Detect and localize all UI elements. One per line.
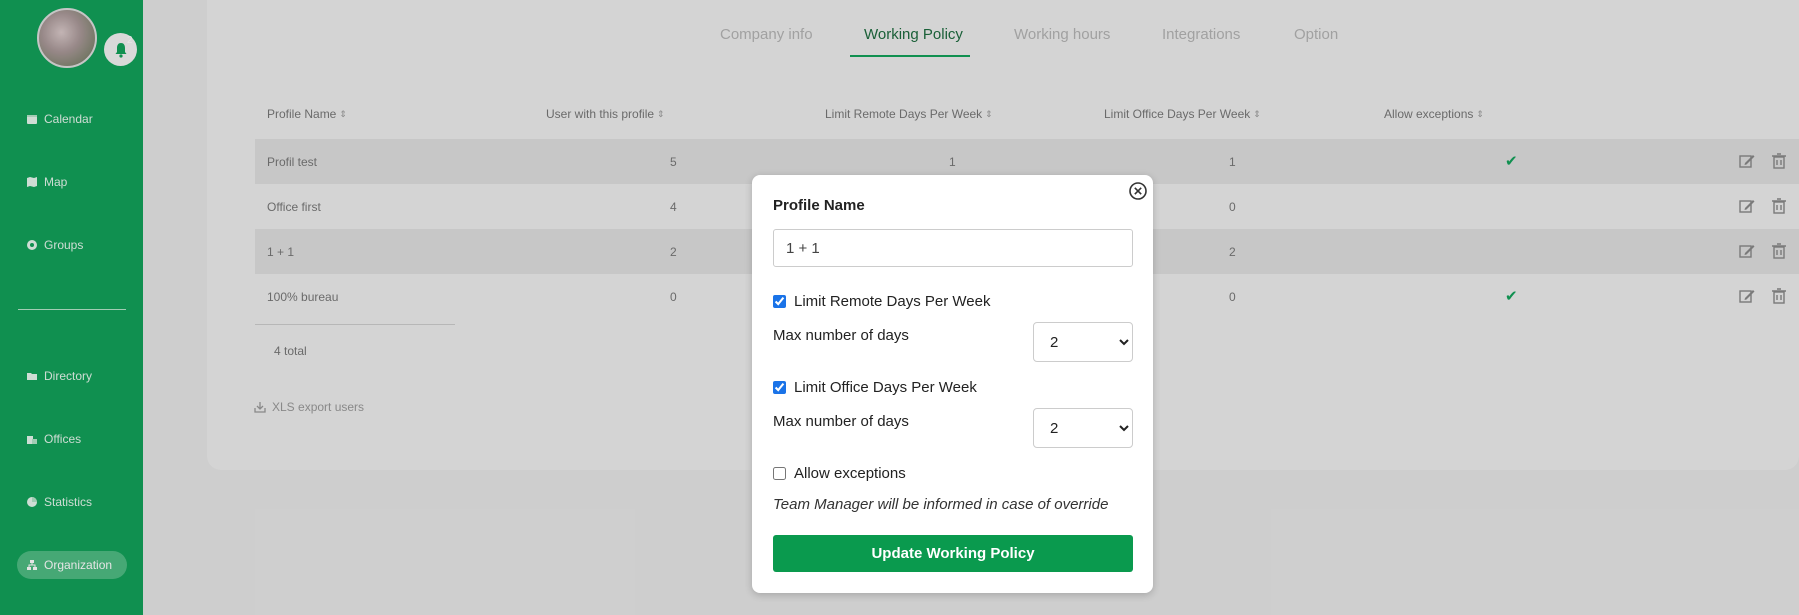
max-office-days-select[interactable]: 2 xyxy=(1033,408,1133,448)
limit-office-label: Limit Office Days Per Week xyxy=(794,379,977,396)
profile-name-input[interactable] xyxy=(773,229,1133,267)
limit-office-checkbox-row[interactable]: Limit Office Days Per Week xyxy=(773,379,977,396)
close-icon[interactable] xyxy=(1128,181,1148,201)
override-note: Team Manager will be informed in case of… xyxy=(773,496,1109,513)
update-working-policy-button[interactable]: Update Working Policy xyxy=(773,535,1133,572)
allow-exceptions-checkbox-row[interactable]: Allow exceptions xyxy=(773,465,906,482)
allow-exceptions-checkbox[interactable] xyxy=(773,467,786,480)
profile-name-label: Profile Name xyxy=(773,197,865,214)
max-days-label: Max number of days xyxy=(773,413,909,430)
max-days-label: Max number of days xyxy=(773,327,909,344)
limit-remote-label: Limit Remote Days Per Week xyxy=(794,293,991,310)
edit-working-policy-modal: Profile Name Limit Remote Days Per Week … xyxy=(752,175,1153,593)
limit-office-checkbox[interactable] xyxy=(773,381,786,394)
limit-remote-checkbox[interactable] xyxy=(773,295,786,308)
allow-exceptions-label: Allow exceptions xyxy=(794,465,906,482)
max-remote-days-select[interactable]: 2 xyxy=(1033,322,1133,362)
limit-remote-checkbox-row[interactable]: Limit Remote Days Per Week xyxy=(773,293,990,310)
